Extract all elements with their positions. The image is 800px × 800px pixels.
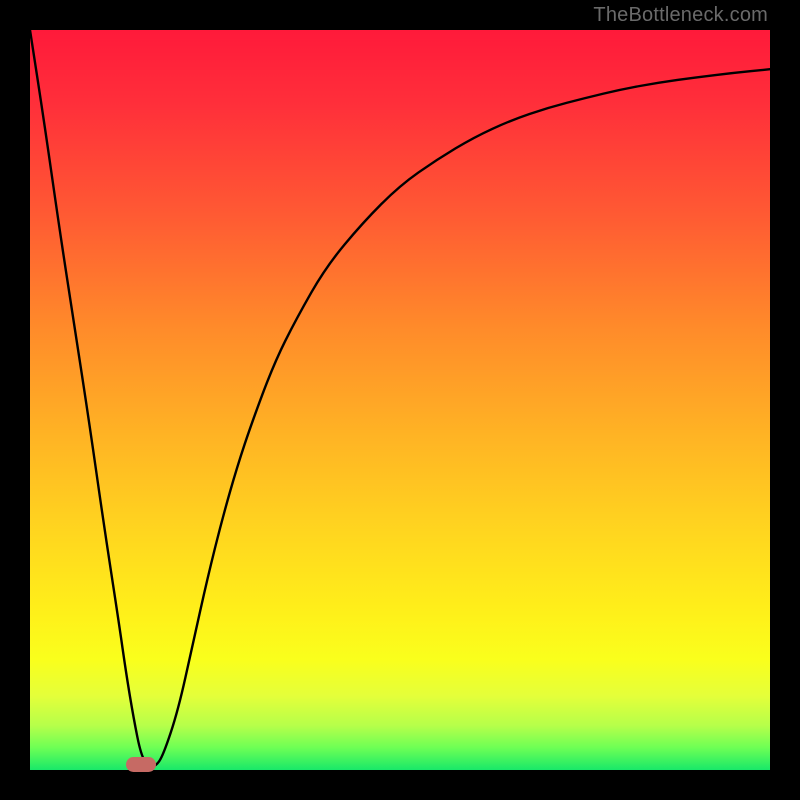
outer-frame: TheBottleneck.com [0, 0, 800, 800]
bottleneck-curve [30, 30, 770, 770]
watermark-text: TheBottleneck.com [593, 4, 768, 27]
optimal-marker [126, 757, 156, 772]
